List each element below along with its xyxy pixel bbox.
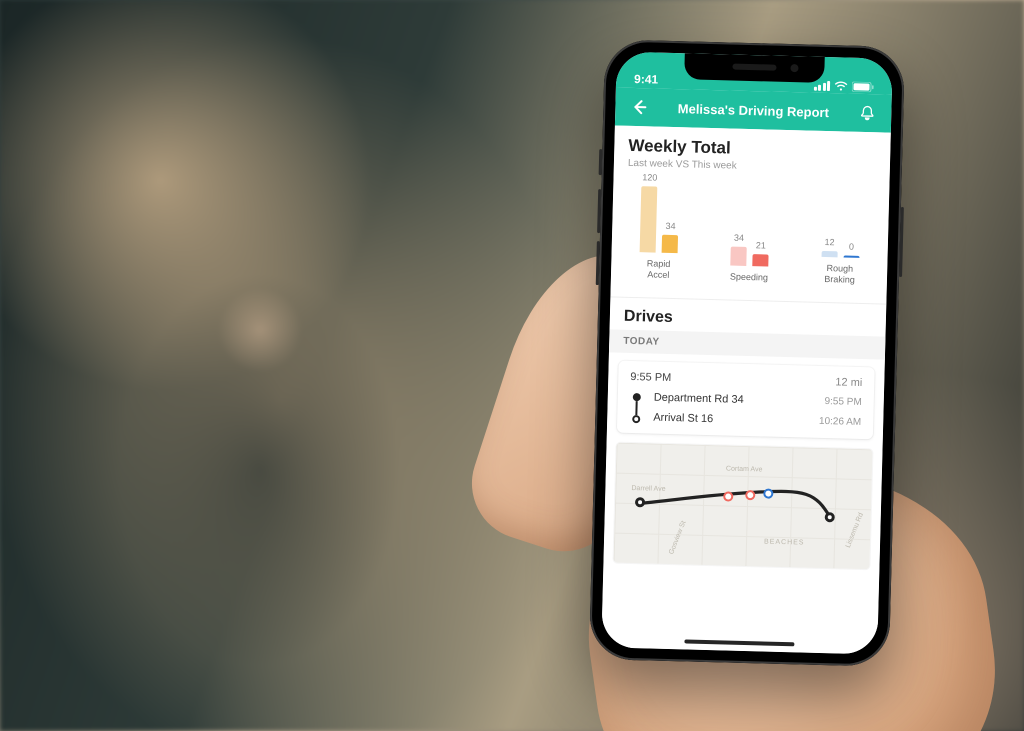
- chart-metric-label: RoughBraking: [824, 263, 855, 284]
- chart-bar: 120: [640, 186, 658, 252]
- chart-bar: 12: [821, 251, 837, 258]
- back-button[interactable]: [627, 95, 652, 120]
- status-time: 9:41: [634, 72, 658, 87]
- chart-metric: 12034RapidAccel: [624, 182, 695, 280]
- chart-metric: 34 21 Speeding: [715, 195, 785, 283]
- chart-metric-label: Speeding: [730, 271, 768, 282]
- signal-icon: [813, 81, 830, 91]
- route-to-time: 10:26 AM: [819, 416, 862, 429]
- chart-bar-value: 21: [756, 240, 766, 250]
- drives-title: Drives: [624, 308, 872, 332]
- wifi-icon: [834, 81, 848, 91]
- phone-screen: 9:41 Melissa's Driving Report: [601, 51, 893, 654]
- weekly-chart: 12034RapidAccel3421Speeding120RoughBraki…: [619, 179, 882, 286]
- chart-bar-value: 120: [642, 173, 657, 183]
- route-icon: [629, 391, 644, 423]
- drive-time: 9:55 PM: [630, 371, 671, 384]
- map-route-path: [613, 443, 872, 570]
- battery-icon: [852, 82, 874, 93]
- route-to: Arrival St 16: [653, 412, 713, 426]
- chart-bar: 34: [730, 247, 746, 266]
- chart-bar: 21: [752, 254, 768, 266]
- header-title: Melissa's Driving Report: [678, 101, 830, 120]
- notifications-button[interactable]: [855, 101, 880, 126]
- route-from-time: 9:55 PM: [824, 396, 862, 409]
- route-from: Department Rd 34: [654, 392, 744, 406]
- chart-metric: 12 0 RoughBraking: [805, 187, 876, 285]
- chart-bar-value: 0: [849, 242, 854, 252]
- phone-notch: [684, 53, 825, 83]
- drive-card[interactable]: 9:55 PM 12 mi Department Rd 34 9:55 PM: [617, 361, 875, 440]
- bell-icon: [859, 105, 875, 121]
- chart-bar-value: 34: [666, 220, 676, 230]
- drive-distance: 12 mi: [835, 376, 862, 389]
- back-arrow-icon: [630, 98, 648, 116]
- chart-metric-label: RapidAccel: [646, 259, 670, 280]
- chart-bar-value: 34: [734, 233, 744, 243]
- phone-frame: 9:41 Melissa's Driving Report: [589, 39, 905, 667]
- chart-bar: 0: [843, 256, 859, 258]
- drive-map[interactable]: Darrell Ave Cortam Ave Gosview St BEACHE…: [613, 443, 872, 570]
- content-scroll[interactable]: Weekly Total Last week VS This week 1203…: [601, 125, 891, 654]
- chart-bar: 34: [662, 234, 678, 253]
- chart-bar-value: 12: [824, 237, 834, 247]
